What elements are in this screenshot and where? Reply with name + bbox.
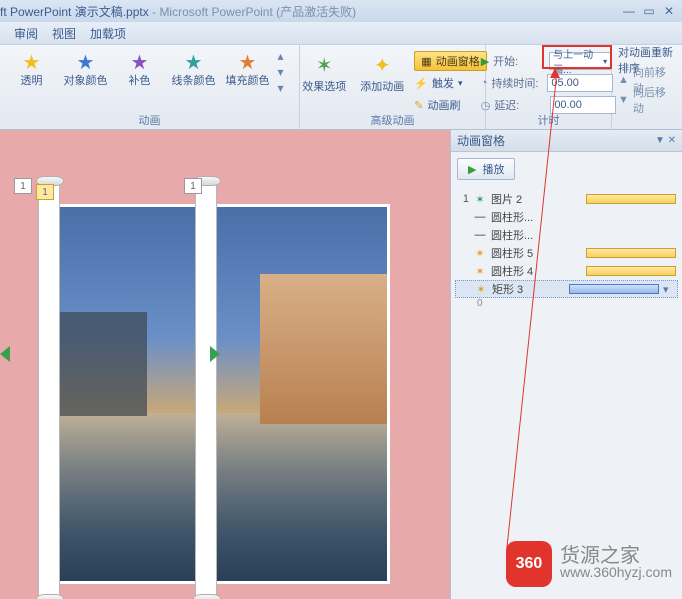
watermark: 360 货源之家 www.360hyzj.com — [506, 541, 672, 587]
star-icon: ✶ — [316, 53, 333, 78]
minimize-button[interactable]: — — [620, 3, 638, 19]
animation-list: 1 ✶ 图片 2 — 圆柱形... — 圆柱形... ✶ 圆柱形 5 — [451, 186, 682, 316]
animation-pane-header: 动画窗格 ▼ ✕ — [451, 130, 682, 152]
animation-item[interactable]: — 圆柱形... — [457, 226, 676, 244]
arrow-down-icon: ▼ — [618, 94, 629, 106]
slide-photo[interactable] — [50, 204, 390, 584]
anim-label: 透明 — [21, 75, 43, 87]
title-status: (产品激活失败) — [276, 5, 356, 19]
brush-icon: ✎ — [414, 99, 423, 112]
play-button[interactable]: ▶ 播放 — [457, 158, 515, 180]
dash-icon: — — [473, 211, 487, 223]
star-plus-icon: ✦ — [374, 53, 391, 78]
work-area: 1 1 1 动画窗格 ▼ ✕ ▶ 播放 1 ✶ 图片 2 — [0, 130, 682, 599]
animation-pane-title: 动画窗格 — [457, 132, 505, 149]
trigger-button[interactable]: ⚡ 触发 ▾ — [414, 73, 486, 93]
menu-addins[interactable]: 加载项 — [90, 25, 126, 42]
anim-fill-color[interactable]: ★ 填充颜色 — [224, 49, 272, 87]
star-icon: ✶ — [473, 193, 487, 206]
title-bar: ft PowerPoint 演示文稿.pptx - Microsoft Powe… — [0, 0, 682, 22]
lightning-icon: ⚡ — [414, 77, 428, 90]
ribbon-group-advanced: ✶ 效果选项 ✦ 添加动画 ▦动画窗格 ⚡ 触发 ▾ ✎ 动画刷 — [300, 45, 486, 129]
star-icon: ✶ — [473, 247, 487, 260]
anim-index-tag[interactable]: 1 — [184, 178, 202, 194]
animation-pane-button[interactable]: ▦动画窗格 — [414, 51, 486, 71]
animation-item[interactable]: — 圆柱形... — [457, 208, 676, 226]
anim-object-color[interactable]: ★ 对象颜色 — [62, 49, 110, 87]
window-title: ft PowerPoint 演示文稿.pptx - Microsoft Powe… — [0, 3, 620, 20]
pane-options-dropdown[interactable]: ▼ ✕ — [655, 135, 676, 146]
group-label: 计时 — [486, 112, 611, 128]
annotation-arrowhead — [550, 68, 560, 78]
add-animation-button[interactable]: ✦ 添加动画 — [356, 49, 408, 93]
watermark-badge: 360 — [506, 541, 552, 587]
anim-line-color[interactable]: ★ 线条颜色 — [170, 49, 218, 87]
title-app: Microsoft PowerPoint — [159, 5, 272, 19]
dash-icon: — — [473, 229, 487, 241]
animation-item-selected[interactable]: ✶ 矩形 3 ▾ — [455, 280, 678, 298]
move-later-button[interactable]: ▼向后移动 — [618, 91, 676, 109]
animation-sub: 0 — [477, 298, 676, 312]
slide-editor[interactable]: 1 1 1 — [0, 130, 450, 599]
clock-icon: ◔ — [481, 77, 488, 89]
ribbon-group-reorder: 对动画重新排序 ▲向前移动 ▼向后移动 — [612, 45, 682, 129]
start-label: 开始: — [493, 53, 545, 69]
anim-label: 填充颜色 — [226, 75, 270, 87]
arrow-up-icon: ▲ — [618, 74, 629, 86]
animation-item[interactable]: 1 ✶ 图片 2 — [457, 190, 676, 208]
anim-transparent[interactable]: ★ 透明 — [8, 49, 56, 87]
animation-item[interactable]: ✶ 圆柱形 5 — [457, 244, 676, 262]
star-icon: ✶ — [474, 283, 488, 296]
cylinder-shape-right[interactable] — [195, 180, 217, 599]
group-label: 高级动画 — [300, 112, 485, 128]
pane-icon: ▦ — [421, 55, 431, 68]
nav-prev-icon[interactable] — [0, 346, 10, 362]
ribbon: ★ 透明 ★ 对象颜色 ★ 补色 ★ 线条颜色 ★ 填充颜色 ▴▾▾ — [0, 44, 682, 130]
menu-bar: 审阅 视图 加载项 — [0, 22, 682, 44]
anim-index-tag[interactable]: 1 — [36, 184, 54, 200]
watermark-url: www.360hyzj.com — [560, 564, 672, 580]
animation-pane: 动画窗格 ▼ ✕ ▶ 播放 1 ✶ 图片 2 — 圆柱形... — [450, 130, 682, 599]
close-button[interactable]: ✕ — [660, 3, 678, 19]
star-icon: ★ — [185, 50, 203, 75]
star-icon: ★ — [131, 50, 149, 75]
menu-view[interactable]: 视图 — [52, 25, 76, 42]
star-icon: ★ — [23, 50, 41, 75]
duration-label: 持续时间: — [491, 75, 543, 91]
title-app-prefix: ft PowerPoint — [0, 5, 71, 19]
watermark-title: 货源之家 — [560, 548, 672, 564]
item-dropdown[interactable]: ▾ — [663, 283, 675, 296]
slide-canvas: 1 1 1 — [0, 130, 450, 599]
title-file: 演示文稿.pptx — [75, 5, 149, 19]
effect-options-label: 效果选项 — [302, 81, 346, 93]
anim-index-tag[interactable]: 1 — [14, 178, 32, 194]
clock-icon: ◷ — [481, 99, 491, 112]
restore-button[interactable]: ▭ — [640, 3, 658, 19]
star-icon: ★ — [77, 50, 95, 75]
animation-item[interactable]: ✶ 圆柱形 4 — [457, 262, 676, 280]
anim-complementary[interactable]: ★ 补色 — [116, 49, 164, 87]
nav-next-icon[interactable] — [210, 346, 220, 362]
anim-label: 对象颜色 — [64, 75, 108, 87]
ribbon-group-animation: ★ 透明 ★ 对象颜色 ★ 补色 ★ 线条颜色 ★ 填充颜色 ▴▾▾ — [0, 45, 300, 129]
anim-label: 线条颜色 — [172, 75, 216, 87]
cylinder-shape-left[interactable] — [38, 180, 60, 599]
anim-label: 补色 — [129, 75, 151, 87]
play-icon: ▶ — [468, 163, 476, 176]
play-icon: ▶ — [481, 55, 489, 68]
effect-options-button[interactable]: ✶ 效果选项 — [298, 49, 350, 93]
group-label: 动画 — [0, 112, 299, 128]
star-icon: ★ — [239, 50, 257, 75]
add-animation-label: 添加动画 — [360, 81, 404, 93]
delay-label: 延迟: — [494, 97, 546, 113]
ribbon-group-timing: ▶ 开始: 与上一动画...▾ ◔ 持续时间: 05.00 ◷ 延迟: 00.0… — [486, 45, 612, 129]
gallery-nav[interactable]: ▴▾▾ — [278, 49, 292, 95]
star-icon: ✶ — [473, 265, 487, 278]
menu-review[interactable]: 审阅 — [14, 25, 38, 42]
